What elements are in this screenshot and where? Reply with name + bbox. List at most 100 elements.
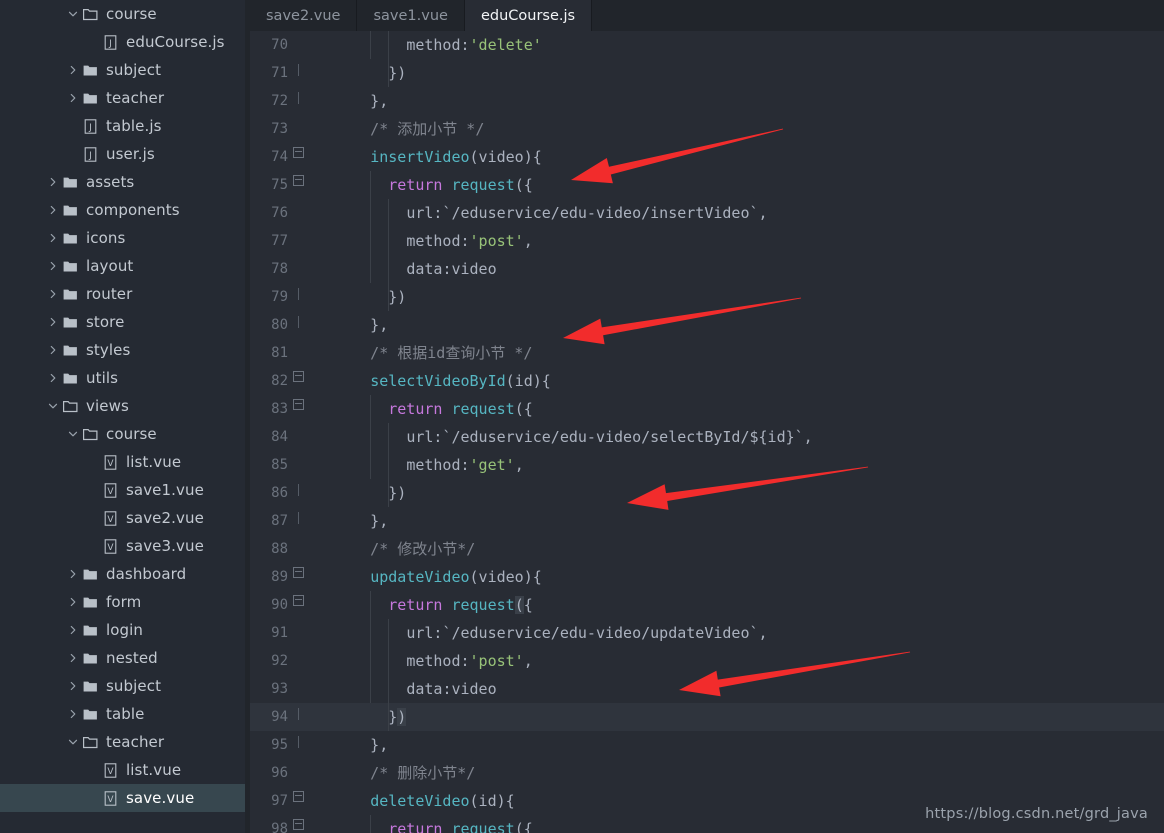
code-fold-toggle-icon[interactable]	[288, 815, 308, 833]
tree-item-layout[interactable]: layout	[0, 252, 245, 280]
code-line[interactable]: 73 /* 添加小节 */	[250, 115, 1164, 143]
code-token: 'post'	[469, 652, 524, 670]
code-editor-pane: save2.vue save1.vue eduCourse.js 70 method…	[250, 0, 1164, 833]
tree-item-table[interactable]: table	[0, 700, 245, 728]
tree-item-icons[interactable]: icons	[0, 224, 245, 252]
tree-item-save3-vue[interactable]: Vsave3.vue	[0, 532, 245, 560]
chevron-right-icon[interactable]	[66, 709, 80, 719]
tree-item-label: course	[106, 5, 157, 23]
tree-item-subject[interactable]: subject	[0, 672, 245, 700]
tree-item-styles[interactable]: styles	[0, 336, 245, 364]
tree-item-course[interactable]: course	[0, 0, 245, 28]
chevron-right-icon[interactable]	[66, 653, 80, 663]
editor-tab-bar[interactable]: save2.vue save1.vue eduCourse.js	[250, 0, 1164, 31]
chevron-right-icon[interactable]	[46, 233, 60, 243]
code-line[interactable]: 77 method:'post',	[250, 227, 1164, 255]
code-line[interactable]: 76 url:`/eduservice/edu-video/insertVide…	[250, 199, 1164, 227]
code-fold-toggle-icon[interactable]	[288, 591, 308, 619]
code-line[interactable]: 83 return request({	[250, 395, 1164, 423]
code-line-text: method:'post',	[308, 227, 1164, 255]
chevron-down-icon[interactable]	[66, 9, 80, 19]
code-line[interactable]: 71 })	[250, 59, 1164, 87]
tree-item-components[interactable]: components	[0, 196, 245, 224]
chevron-right-icon[interactable]	[46, 345, 60, 355]
tree-item-router[interactable]: router	[0, 280, 245, 308]
code-line[interactable]: 79 })	[250, 283, 1164, 311]
tree-item-save2-vue[interactable]: Vsave2.vue	[0, 504, 245, 532]
code-content[interactable]: 70 method:'delete' 71 }) 72 }, 73 /* 添加小节 *…	[250, 31, 1164, 833]
chevron-right-icon[interactable]	[46, 289, 60, 299]
chevron-right-icon[interactable]	[66, 65, 80, 75]
code-line[interactable]: 87 },	[250, 507, 1164, 535]
chevron-down-icon[interactable]	[66, 737, 80, 747]
tree-item-teacher[interactable]: teacher	[0, 728, 245, 756]
code-line[interactable]: 84 url:`/eduservice/edu-video/selectById…	[250, 423, 1164, 451]
code-line[interactable]: 70 method:'delete'	[250, 31, 1164, 59]
tree-item-dashboard[interactable]: dashboard	[0, 560, 245, 588]
tree-item-table-js[interactable]: Jtable.js	[0, 112, 245, 140]
file-tree[interactable]: course JeduCourse.js subject teacher Jtable.…	[0, 0, 245, 812]
chevron-right-icon[interactable]	[66, 93, 80, 103]
code-token: ,	[523, 652, 533, 670]
code-line[interactable]: 88 /* 修改小节*/	[250, 535, 1164, 563]
chevron-down-icon[interactable]	[46, 401, 60, 411]
tree-item-teacher[interactable]: teacher	[0, 84, 245, 112]
folder-open-icon	[80, 428, 100, 441]
code-token: request	[451, 820, 515, 833]
chevron-down-icon[interactable]	[66, 429, 80, 439]
chevron-right-icon[interactable]	[66, 569, 80, 579]
tree-item-list-vue[interactable]: Vlist.vue	[0, 448, 245, 476]
code-line[interactable]: 74 insertVideo(video){	[250, 143, 1164, 171]
chevron-right-icon[interactable]	[66, 597, 80, 607]
tree-item-store[interactable]: store	[0, 308, 245, 336]
code-line[interactable]: 89 updateVideo(video){	[250, 563, 1164, 591]
code-fold-toggle-icon[interactable]	[288, 143, 308, 171]
editor-tab-save1-vue[interactable]: save1.vue	[357, 0, 465, 31]
code-line[interactable]: 95 },	[250, 731, 1164, 759]
chevron-right-icon[interactable]	[46, 317, 60, 327]
file-explorer-sidebar[interactable]: course JeduCourse.js subject teacher Jtable.…	[0, 0, 245, 833]
tree-item-user-js[interactable]: Juser.js	[0, 140, 245, 168]
chevron-right-icon[interactable]	[66, 625, 80, 635]
code-line[interactable]: 91 url:`/eduservice/edu-video/updateVide…	[250, 619, 1164, 647]
code-token: return	[388, 400, 443, 418]
tree-item-login[interactable]: login	[0, 616, 245, 644]
tree-item-save1-vue[interactable]: Vsave1.vue	[0, 476, 245, 504]
code-line[interactable]: 86 })	[250, 479, 1164, 507]
line-number: 83	[271, 401, 288, 417]
tree-item-save-vue[interactable]: Vsave.vue	[0, 784, 245, 812]
code-line[interactable]: 81 /* 根据id查询小节 */	[250, 339, 1164, 367]
tree-item-subject[interactable]: subject	[0, 56, 245, 84]
code-line[interactable]: 75 return request({	[250, 171, 1164, 199]
tree-item-form[interactable]: form	[0, 588, 245, 616]
tree-item-list-vue[interactable]: Vlist.vue	[0, 756, 245, 784]
editor-tab-save2-vue[interactable]: save2.vue	[250, 0, 358, 31]
chevron-right-icon[interactable]	[46, 177, 60, 187]
code-line[interactable]: 82 selectVideoById(id){	[250, 367, 1164, 395]
editor-tab-educourse-js[interactable]: eduCourse.js	[464, 0, 593, 31]
tree-item-assets[interactable]: assets	[0, 168, 245, 196]
chevron-right-icon[interactable]	[46, 373, 60, 383]
code-line[interactable]: 72 },	[250, 87, 1164, 115]
chevron-right-icon[interactable]	[46, 205, 60, 215]
code-line[interactable]: 90 return request({	[250, 591, 1164, 619]
tree-item-utils[interactable]: utils	[0, 364, 245, 392]
code-fold-toggle-icon[interactable]	[288, 395, 308, 423]
code-line[interactable]: 96 /* 删除小节*/	[250, 759, 1164, 787]
code-fold-toggle-icon[interactable]	[288, 787, 308, 815]
tree-item-nested[interactable]: nested	[0, 644, 245, 672]
tree-item-views[interactable]: views	[0, 392, 245, 420]
chevron-right-icon[interactable]	[66, 681, 80, 691]
code-line[interactable]: 92 method:'post',	[250, 647, 1164, 675]
code-line[interactable]: 80 },	[250, 311, 1164, 339]
code-fold-toggle-icon[interactable]	[288, 563, 308, 591]
tree-item-course[interactable]: course	[0, 420, 245, 448]
tree-item-educourse-js[interactable]: JeduCourse.js	[0, 28, 245, 56]
chevron-right-icon[interactable]	[46, 261, 60, 271]
code-fold-toggle-icon[interactable]	[288, 367, 308, 395]
code-line[interactable]: 85 method:'get',	[250, 451, 1164, 479]
code-fold-toggle-icon[interactable]	[288, 171, 308, 199]
code-line[interactable]: 93 data:video	[250, 675, 1164, 703]
code-line[interactable]: 78 data:video	[250, 255, 1164, 283]
code-line[interactable]: 94 })	[250, 703, 1164, 731]
